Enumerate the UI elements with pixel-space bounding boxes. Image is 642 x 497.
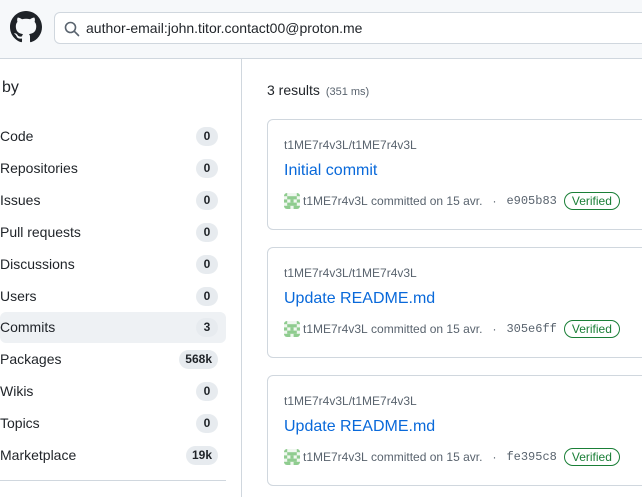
commit-result-card: t1ME7r4v3L/t1ME7r4v3L Update README.md t… <box>267 375 642 486</box>
count-badge: 0 <box>196 287 218 306</box>
separator-dot: · <box>492 194 497 208</box>
commit-sha-link[interactable]: fe395c8 <box>506 450 556 464</box>
commit-title-link[interactable]: Update README.md <box>284 418 435 436</box>
count-badge: 0 <box>196 223 218 242</box>
sidebar-item-code[interactable]: Code 0 <box>0 121 226 152</box>
search-input[interactable] <box>86 13 642 43</box>
repo-link[interactable]: t1ME7r4v3L/t1ME7r4v3L <box>284 138 417 152</box>
results-count: 3 results <box>267 82 320 98</box>
sidebar-item-topics[interactable]: Topics 0 <box>0 408 226 439</box>
commit-sha-link[interactable]: 305e6ff <box>506 322 556 336</box>
sidebar-item-label: Code <box>0 128 34 144</box>
commit-date: committed on 15 avr. <box>371 194 483 208</box>
count-badge: 568k <box>179 350 218 369</box>
sidebar-item-label: Commits <box>0 319 56 335</box>
sidebar-item-label: Repositories <box>0 160 78 176</box>
count-badge: 0 <box>196 159 218 178</box>
search-icon <box>64 21 80 37</box>
count-badge: 0 <box>196 191 218 210</box>
separator-dot: · <box>492 322 497 336</box>
commit-meta: t1ME7r4v3L committed on 15 avr. · 305e6f… <box>284 320 620 338</box>
sidebar-item-commits[interactable]: Commits 3 <box>0 312 226 343</box>
results-summary: 3 results (351 ms) <box>267 82 369 98</box>
commit-result-card: t1ME7r4v3L/t1ME7r4v3L Initial commit t1M… <box>267 119 642 230</box>
avatar[interactable] <box>284 449 300 465</box>
count-badge: 0 <box>196 382 218 401</box>
commit-date: committed on 15 avr. <box>371 450 483 464</box>
sidebar-item-label: Marketplace <box>0 447 77 463</box>
sidebar-item-label: Discussions <box>0 256 75 272</box>
verified-badge[interactable]: Verified <box>563 320 620 338</box>
top-header <box>0 0 642 59</box>
commit-meta: t1ME7r4v3L committed on 15 avr. · e905b8… <box>284 192 620 210</box>
count-badge: 0 <box>196 127 218 146</box>
count-badge: 19k <box>185 446 218 465</box>
sidebar-item-repositories[interactable]: Repositories 0 <box>0 153 226 184</box>
sidebar-item-label: Users <box>0 288 37 304</box>
sidebar-item-issues[interactable]: Issues 0 <box>0 185 226 216</box>
sidebar-divider <box>0 480 226 481</box>
repo-link[interactable]: t1ME7r4v3L/t1ME7r4v3L <box>284 266 417 280</box>
sidebar-item-marketplace[interactable]: Marketplace 19k <box>0 440 226 471</box>
verified-badge[interactable]: Verified <box>563 448 620 466</box>
commit-sha-link[interactable]: e905b83 <box>506 194 556 208</box>
sidebar-item-label: Issues <box>0 192 41 208</box>
count-badge: 0 <box>196 255 218 274</box>
author-link[interactable]: t1ME7r4v3L <box>303 450 368 464</box>
author-link[interactable]: t1ME7r4v3L <box>303 322 368 336</box>
search-box[interactable] <box>54 12 642 44</box>
commit-meta: t1ME7r4v3L committed on 15 avr. · fe395c… <box>284 448 620 466</box>
sidebar-item-label: Pull requests <box>0 224 81 240</box>
sidebar-item-label: Packages <box>0 351 62 367</box>
count-badge: 3 <box>196 318 218 337</box>
sidebar-item-users[interactable]: Users 0 <box>0 281 226 312</box>
commit-title-link[interactable]: Initial commit <box>284 162 377 180</box>
count-badge: 0 <box>196 414 218 433</box>
commit-date: committed on 15 avr. <box>371 322 483 336</box>
avatar[interactable] <box>284 321 300 337</box>
repo-link[interactable]: t1ME7r4v3L/t1ME7r4v3L <box>284 394 417 408</box>
sidebar-item-discussions[interactable]: Discussions 0 <box>0 249 226 280</box>
verified-badge[interactable]: Verified <box>563 192 620 210</box>
sidebar-item-label: Topics <box>0 415 40 431</box>
filter-sidebar: by Code 0 Repositories 0 Issues 0 Pull r… <box>0 59 242 497</box>
sidebar-item-wikis[interactable]: Wikis 0 <box>0 376 226 407</box>
avatar[interactable] <box>284 193 300 209</box>
github-logo-icon[interactable] <box>10 11 42 43</box>
sidebar-item-packages[interactable]: Packages 568k <box>0 344 226 375</box>
author-link[interactable]: t1ME7r4v3L <box>303 194 368 208</box>
results-time: (351 ms) <box>325 86 370 98</box>
sidebar-item-label: Wikis <box>0 383 34 399</box>
sidebar-item-pull-requests[interactable]: Pull requests 0 <box>0 217 226 248</box>
commit-result-card: t1ME7r4v3L/t1ME7r4v3L Update README.md t… <box>267 247 642 358</box>
commit-title-link[interactable]: Update README.md <box>284 290 435 308</box>
sidebar-title: by <box>2 79 19 96</box>
separator-dot: · <box>492 450 497 464</box>
